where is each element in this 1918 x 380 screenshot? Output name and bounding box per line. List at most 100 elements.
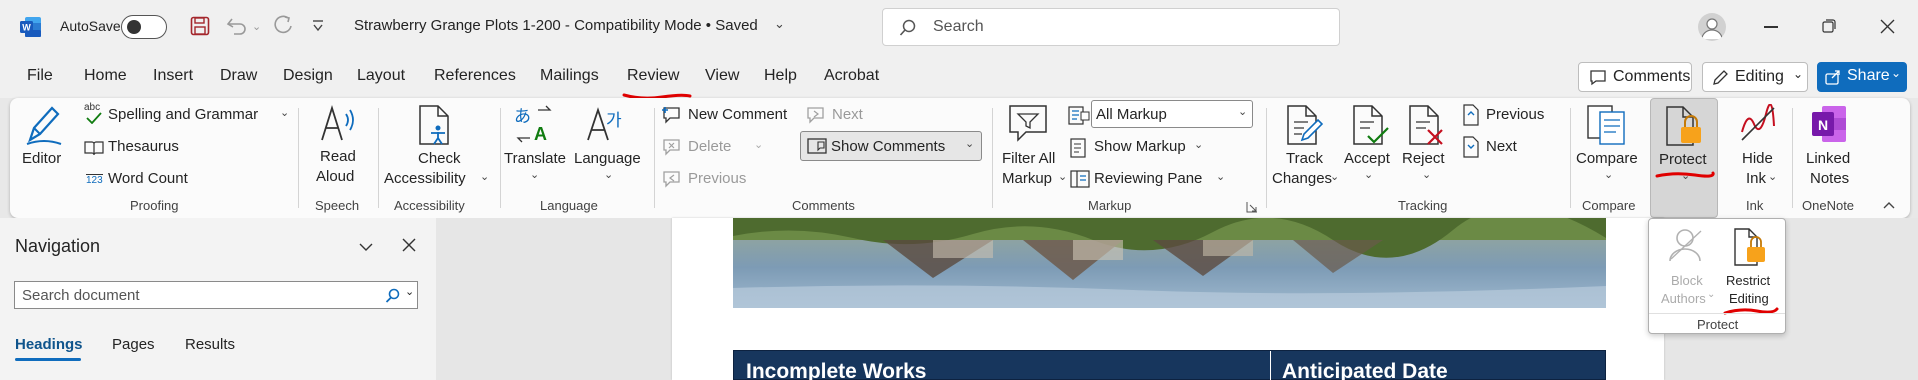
- pencil-icon: [1713, 70, 1728, 85]
- tab-home[interactable]: Home: [84, 67, 127, 85]
- linked-notes-button[interactable]: N Linked Notes: [1796, 102, 1864, 190]
- group-label-speech: Speech: [315, 198, 360, 213]
- nav-tab-results[interactable]: Results: [185, 336, 235, 353]
- undo-icon[interactable]: [226, 15, 248, 37]
- translate-button[interactable]: あA Translate ⌄: [502, 102, 568, 190]
- markup-display-value: All Markup: [1096, 106, 1167, 123]
- tab-design[interactable]: Design: [283, 67, 333, 85]
- search-options-chevron-icon[interactable]: ⌄: [405, 285, 414, 298]
- svg-text:A: A: [534, 124, 547, 144]
- read-aloud-button[interactable]: Read Aloud: [310, 102, 366, 190]
- navigation-pane: Navigation Search document ⌄ Headings Pa…: [0, 218, 436, 380]
- language-button[interactable]: 가 Language ⌄: [570, 102, 644, 190]
- markup-display-dropdown[interactable]: All Markup ⌄: [1091, 100, 1253, 128]
- avatar[interactable]: [1698, 13, 1726, 41]
- markup-dialog-launcher-icon[interactable]: [1246, 200, 1258, 213]
- spelling-grammar-button[interactable]: abc Spelling and Grammar ⌄: [84, 102, 299, 128]
- word-count-button[interactable]: 123 Word Count: [84, 168, 194, 192]
- tab-references[interactable]: References: [434, 67, 516, 85]
- tab-help[interactable]: Help: [764, 67, 797, 85]
- search-document-input[interactable]: Search document ⌄: [14, 281, 418, 309]
- hide-ink-label-2: Ink: [1746, 170, 1767, 187]
- svg-text:W: W: [22, 23, 31, 33]
- separator: [1792, 108, 1793, 208]
- search-box[interactable]: Search: [882, 8, 1340, 46]
- document-title[interactable]: Strawberry Grange Plots 1-200 - Compatib…: [354, 17, 758, 34]
- autosave-toggle[interactable]: [121, 15, 167, 39]
- hide-ink-button[interactable]: Hide Ink ⌄: [1726, 102, 1790, 190]
- block-authors-button[interactable]: Block Authors ⌄: [1655, 225, 1715, 309]
- show-markup-button[interactable]: Show Markup ⌄: [1068, 136, 1208, 160]
- tab-layout[interactable]: Layout: [357, 67, 405, 85]
- hide-ink-label-1: Hide: [1742, 150, 1773, 167]
- document-page[interactable]: Incomplete Works Anticipated Date: [672, 218, 1664, 380]
- show-comments-button[interactable]: Show Comments ⌄: [800, 131, 982, 161]
- collapse-ribbon-icon[interactable]: [1882, 198, 1896, 210]
- new-comment-button[interactable]: New Comment: [662, 104, 802, 128]
- share-button[interactable]: Share ⌄: [1817, 62, 1907, 92]
- nav-tab-headings[interactable]: Headings: [15, 336, 83, 353]
- compare-button[interactable]: Compare ⌄: [1572, 102, 1644, 190]
- track-changes-label-2: Changes: [1272, 170, 1333, 187]
- tab-view[interactable]: View: [705, 67, 739, 85]
- spelling-grammar-label: Spelling and Grammar: [108, 106, 259, 123]
- close-window-icon[interactable]: [1880, 19, 1895, 34]
- restore-icon[interactable]: [1822, 19, 1836, 33]
- search-placeholder: Search: [933, 18, 984, 35]
- show-comments-icon: [807, 138, 827, 154]
- tab-mailings[interactable]: Mailings: [540, 67, 599, 85]
- delete-comment-label: Delete: [688, 138, 732, 155]
- protect-lock-icon: [1666, 106, 1701, 146]
- editing-mode-button[interactable]: Editing ⌄: [1702, 62, 1808, 92]
- compare-icon: [1587, 105, 1625, 145]
- document-photo[interactable]: [733, 218, 1606, 308]
- editing-dropdown-icon: ⌄: [1793, 67, 1804, 81]
- nav-options-chevron-icon[interactable]: [358, 240, 374, 252]
- customize-quick-access-icon[interactable]: [312, 19, 324, 33]
- translate-label: Translate: [504, 150, 566, 167]
- accept-button[interactable]: Accept ⌄: [1342, 102, 1396, 190]
- separator: [1266, 108, 1267, 208]
- delete-comment-button[interactable]: Delete ⌄: [662, 136, 763, 160]
- tab-draw[interactable]: Draw: [220, 67, 257, 85]
- tab-insert[interactable]: Insert: [153, 67, 193, 85]
- group-label-comments: Comments: [792, 198, 855, 213]
- check-accessibility-label-2: Accessibility: [384, 170, 466, 187]
- tab-file[interactable]: File: [27, 67, 53, 85]
- group-label-onenote: OneNote: [1802, 198, 1855, 213]
- title-dropdown-icon[interactable]: ⌄: [774, 16, 785, 32]
- track-changes-dropdown-icon: ⌄: [1330, 171, 1340, 183]
- thesaurus-button[interactable]: Thesaurus: [84, 136, 194, 160]
- previous-change-button[interactable]: Previous: [1462, 104, 1562, 128]
- show-comments-label: Show Comments: [831, 138, 946, 155]
- editor-button[interactable]: Editor: [18, 102, 68, 172]
- save-icon[interactable]: [190, 16, 210, 36]
- separator: [654, 108, 655, 208]
- comments-button[interactable]: Comments: [1578, 62, 1692, 92]
- tab-review[interactable]: Review: [627, 67, 679, 85]
- previous-comment-button[interactable]: Previous: [662, 168, 762, 192]
- protect-button[interactable]: Protect ⌄: [1650, 98, 1718, 218]
- minimize-icon[interactable]: [1764, 26, 1778, 28]
- redo-icon[interactable]: [272, 15, 294, 37]
- close-navigation-icon[interactable]: [402, 238, 416, 252]
- group-label-markup: Markup: [1088, 198, 1132, 213]
- reviewing-pane-button[interactable]: Reviewing Pane ⌄: [1068, 168, 1238, 192]
- nav-tab-active-indicator: [15, 358, 81, 361]
- next-change-button[interactable]: Next: [1462, 136, 1562, 160]
- separator: [992, 108, 993, 208]
- undo-dropdown-icon[interactable]: ⌄: [252, 20, 261, 33]
- language-icon: 가: [587, 107, 622, 141]
- next-comment-button[interactable]: Next: [806, 104, 866, 128]
- reject-button[interactable]: Reject ⌄: [1400, 102, 1454, 190]
- show-markup-label: Show Markup: [1094, 138, 1186, 155]
- restrict-editing-button[interactable]: Restrict Editing: [1719, 225, 1781, 315]
- show-markup-icon: [1070, 138, 1086, 158]
- protect-dropdown-icon: ⌄: [1681, 170, 1691, 182]
- filter-all-markup-button[interactable]: Filter All Markup ⌄: [994, 102, 1067, 190]
- filter-all-label-1: Filter All: [1002, 150, 1056, 167]
- nav-tab-pages[interactable]: Pages: [112, 336, 155, 353]
- tab-acrobat[interactable]: Acrobat: [824, 67, 879, 85]
- track-changes-button[interactable]: Track Changes ⌄: [1272, 102, 1340, 190]
- check-accessibility-button[interactable]: Check Accessibility ⌄: [380, 102, 490, 190]
